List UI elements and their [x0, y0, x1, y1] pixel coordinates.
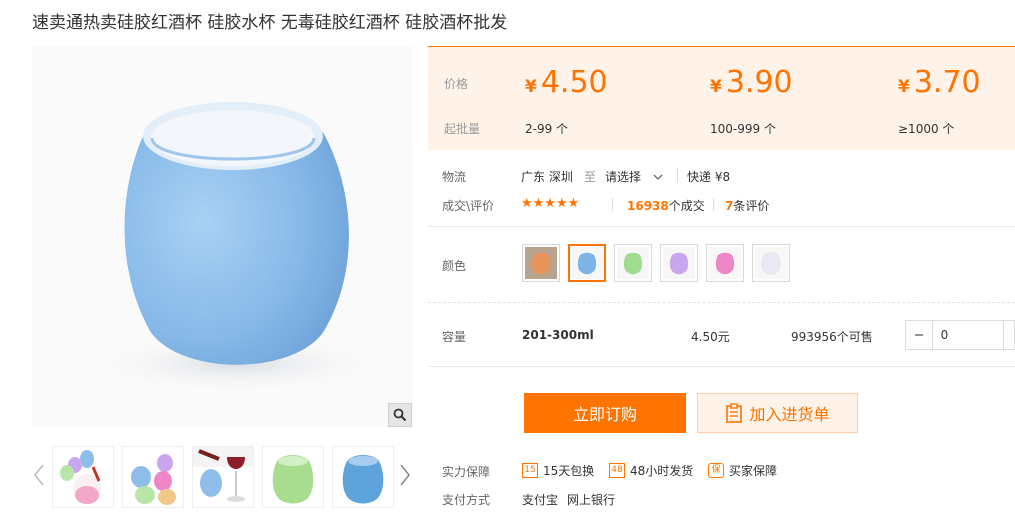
thumbnail-5[interactable] [332, 446, 394, 508]
moq-label: 起批量 [444, 122, 481, 136]
shipping-fee: 快递 ¥8 [687, 170, 731, 184]
unit-price: 4.50元 [691, 330, 730, 344]
moq-tier-1: 2-99 个 [525, 122, 569, 136]
separator [713, 198, 714, 211]
order-now-button[interactable]: 立即订购 [524, 393, 686, 433]
logistics-origin: 广东 深圳 [521, 170, 573, 184]
quantity-increment-button[interactable] [1002, 321, 1014, 349]
reviews-label: 成交\评价 [442, 199, 495, 213]
deals-count-link[interactable]: 16938个成交 [627, 197, 705, 214]
price-label: 价格 [444, 77, 469, 91]
green-cup-icon [623, 252, 643, 275]
stock-available: 993956个可售 [791, 330, 873, 344]
thumbnail-3[interactable] [192, 446, 254, 508]
guarantee-buyer-protection[interactable]: 保 买家保障 [708, 462, 777, 479]
payment-label: 支付方式 [442, 493, 491, 507]
thumbnail-1[interactable] [52, 446, 114, 508]
moq-tier-3: ≥1000 个 [898, 122, 955, 136]
price-tier-3: ¥3.70 [898, 65, 981, 100]
wine-pour-thumbnail [193, 447, 253, 502]
color-swatch-white[interactable] [752, 244, 790, 282]
white-cup-icon [761, 252, 781, 275]
separator [612, 198, 613, 211]
separator [677, 168, 678, 182]
price-tier-2: ¥3.90 [710, 65, 793, 100]
color-label: 颜色 [442, 259, 467, 273]
logistics-to: 至 [584, 170, 597, 184]
capacity-label: 容量 [442, 330, 467, 344]
thumbnail-2[interactable] [122, 446, 184, 508]
chevron-down-icon [653, 174, 663, 180]
capacity-value: 201-300ml [522, 328, 594, 342]
chevron-right-icon [400, 464, 410, 486]
thumbnail-4[interactable] [262, 446, 324, 508]
blue-silicone-cup-image [87, 102, 387, 394]
clock-48-icon: 48 [609, 463, 625, 478]
thumbnail-prev-button[interactable] [32, 462, 46, 488]
payment-online-banking: 网上银行 [567, 493, 616, 507]
price-panel: 价格 起批量 ¥4.50 2-99 个 ¥3.90 100-999 个 ¥3.7… [428, 46, 1015, 150]
destination-select[interactable]: 请选择 [605, 168, 663, 185]
guarantee-15-day-exchange[interactable]: 15 15天包换 [522, 462, 594, 479]
color-swatch-pink[interactable] [706, 244, 744, 282]
color-swatch-green[interactable] [614, 244, 652, 282]
color-swatch-purple[interactable] [660, 244, 698, 282]
cup-group-thumbnail [131, 454, 176, 505]
calendar-15-icon: 15 [522, 463, 538, 478]
minus-icon [914, 334, 923, 336]
guarantee-48h-shipping[interactable]: 48 48小时发货 [609, 462, 693, 479]
product-title: 速卖通热卖硅胶红酒杯 硅胶水杯 无毒硅胶红酒杯 硅胶酒杯批发 [32, 13, 508, 33]
main-product-image[interactable] [32, 46, 413, 427]
payment-alipay: 支付宝 [522, 493, 559, 507]
shield-icon: 保 [708, 463, 724, 478]
quantity-input[interactable] [932, 321, 1003, 349]
orange-cup-icon [531, 252, 551, 275]
thumbnail-next-button[interactable] [398, 462, 412, 488]
clipboard-icon [726, 403, 743, 423]
rating-stars: ★★★★★ [521, 196, 580, 211]
quantity-stepper [905, 320, 1015, 350]
blue-cup-icon [577, 252, 597, 275]
quantity-decrement-button[interactable] [906, 321, 933, 349]
green-cup-thumbnail [272, 455, 314, 504]
multicolor-cups-thumbnail [60, 450, 101, 504]
color-swatch-blue[interactable] [568, 244, 606, 282]
pink-cup-icon [715, 252, 735, 275]
moq-tier-2: 100-999 个 [710, 122, 776, 136]
divider [428, 366, 1015, 367]
price-tier-1: ¥4.50 [525, 65, 608, 100]
guarantee-label: 实力保障 [442, 465, 491, 479]
blue-cup-thumbnail [342, 455, 384, 504]
review-count-link[interactable]: 7条评价 [725, 197, 769, 214]
chevron-left-icon [34, 464, 44, 486]
color-swatch-orange[interactable] [522, 244, 560, 282]
purple-cup-icon [669, 252, 689, 275]
logistics-label: 物流 [442, 170, 467, 184]
zoom-button[interactable] [388, 403, 412, 427]
magnifier-icon [393, 408, 407, 422]
divider [428, 302, 1015, 303]
divider [428, 226, 1015, 227]
add-to-purchase-list-button[interactable]: 加入进货单 [697, 393, 858, 433]
